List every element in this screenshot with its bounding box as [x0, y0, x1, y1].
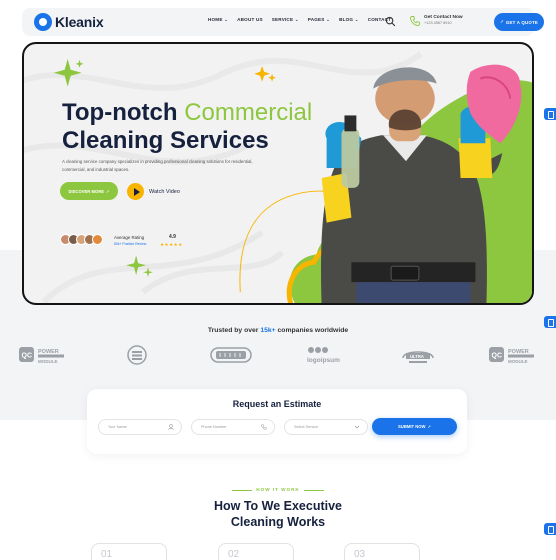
watch-video-link[interactable]: Watch Video [149, 189, 180, 195]
qc-power-module-logo: QC POWER MODULE [489, 347, 534, 364]
hero-banner: Top-notch Commercial Cleaning Services A… [22, 42, 534, 305]
contact-label: Get Contact Now [424, 15, 463, 20]
discover-more-label: DISCOVER MORE [68, 188, 105, 194]
get-a-quote-button[interactable]: ➚ GET A QUOTE [494, 13, 544, 31]
ultra-logo: ULTRA [402, 351, 434, 363]
chevron-down-icon: ⌄ [326, 17, 331, 22]
hero-illustration [24, 51, 532, 303]
contact-phone: +123 4567 8910 [424, 21, 452, 25]
chevron-down-icon: ⌄ [294, 17, 299, 22]
trusted-by-text: Trusted by over 15k+ companies worldwide [0, 327, 556, 334]
rating-review-count: 80k+ Positive Review [114, 242, 147, 246]
logo-icon [34, 13, 52, 31]
avatar [92, 234, 103, 245]
step-number: 02 [228, 549, 240, 560]
nav-item-blog[interactable]: BLOG ⌄ [339, 17, 359, 23]
keyboard-logo [210, 347, 252, 363]
side-tab-icon[interactable] [544, 108, 556, 120]
discover-more-button[interactable]: DISCOVER MORE ➚ [60, 182, 118, 200]
estimate-title: Request an Estimate [232, 399, 322, 409]
trusted-highlight: 15k+ [260, 327, 276, 334]
chevron-down-icon: ⌄ [354, 17, 359, 22]
how-it-works-tag: HOW IT WORK [256, 487, 300, 492]
search-icon[interactable] [385, 16, 396, 27]
step-number: 03 [354, 549, 366, 560]
step-number: 01 [101, 549, 113, 560]
laurel-logo [127, 345, 147, 365]
step-card: 01 [91, 543, 167, 560]
trusted-prefix: Trusted by over [207, 327, 259, 334]
hero-title-accent: Commercial [184, 99, 313, 126]
arrow-icon: ➚ [427, 424, 431, 429]
trusted-suffix: companies worldwide [277, 327, 349, 334]
logo[interactable]: Kleanix [34, 13, 104, 31]
nav-item-home[interactable]: HOME ⌄ [208, 17, 228, 23]
step-card: 03 [344, 543, 420, 560]
chevron-down-icon: ⌄ [224, 17, 229, 22]
submit-now-button[interactable]: SUBMIT NOW ➚ [372, 418, 457, 435]
svg-text:POWER: POWER [508, 349, 529, 355]
phone-icon [410, 16, 420, 26]
hero-title-plain: Top-notch [62, 99, 178, 126]
svg-text:ULTRA: ULTRA [410, 354, 424, 359]
arrow-icon: ➚ [106, 188, 110, 194]
svg-text:logoipsum: logoipsum [307, 357, 340, 364]
header-contact[interactable]: Get Contact Now +123 4567 8910 [424, 15, 463, 25]
svg-text:QC: QC [492, 353, 503, 360]
estimate-form: Request an Estimate Your Name Phone Numb… [87, 389, 467, 454]
phone-placeholder: Phone Number [201, 425, 227, 429]
nav-label: HOME [208, 17, 223, 22]
service-select[interactable]: Select Service [284, 419, 368, 435]
chevron-down-icon [354, 425, 360, 429]
user-icon [168, 424, 174, 430]
nav-item-pages[interactable]: PAGES ⌄ [308, 17, 330, 23]
page: Kleanix HOME ⌄ ABOUT US SERVICE ⌄ PAGES … [0, 0, 556, 560]
svg-text:MODULE: MODULE [508, 359, 528, 364]
how-it-works-title-line1: How To We Executive [213, 499, 343, 513]
arrow-icon: ➚ [499, 19, 504, 24]
rating-value: 4.9 [169, 234, 176, 240]
logo-text: Kleanix [55, 14, 104, 30]
svg-text:POWER: POWER [38, 349, 59, 355]
qc-power-module-logo: QC POWER MODULE [19, 347, 64, 364]
hero-description: A cleaning service company specializes i… [62, 159, 253, 172]
site-header: Kleanix HOME ⌄ ABOUT US SERVICE ⌄ PAGES … [22, 8, 544, 36]
name-input[interactable]: Your Name [98, 419, 182, 435]
hero-title: Top-notch Commercial Cleaning Services [62, 99, 312, 155]
star-icon: ★ [178, 242, 183, 247]
review-avatars [60, 234, 103, 245]
name-placeholder: Your Name [108, 425, 127, 429]
rating-label: Average Rating [114, 235, 145, 240]
star-rating: ★★★★★ [160, 242, 183, 248]
how-it-works-title-line2: Cleaning Works [230, 515, 326, 529]
nav-item-about[interactable]: ABOUT US [237, 17, 263, 23]
hero-title-line2: Cleaning Services [62, 127, 269, 154]
brand-logos: QC POWER MODULE logoipsum ULTRA QC POWER… [0, 344, 556, 366]
logoipsum-logo: logoipsum [307, 347, 340, 364]
nav-label: PAGES [307, 17, 325, 22]
nav-item-service[interactable]: SERVICE ⌄ [272, 17, 299, 23]
nav-label: SERVICE [271, 17, 294, 22]
svg-text:QC: QC [22, 353, 33, 360]
play-icon[interactable] [127, 183, 144, 200]
service-placeholder: Select Service [294, 425, 319, 429]
how-it-works-title: How To We Executive Cleaning Works [0, 498, 556, 530]
nav-label: BLOG [339, 17, 354, 22]
phone-icon [261, 424, 267, 430]
get-a-quote-label: GET A QUOTE [505, 19, 538, 25]
main-nav: HOME ⌄ ABOUT US SERVICE ⌄ PAGES ⌄ BLOG ⌄… [208, 17, 391, 23]
nav-label: ABOUT US [237, 17, 263, 22]
svg-text:MODULE: MODULE [38, 359, 58, 364]
step-card: 02 [218, 543, 294, 560]
phone-number-input[interactable]: Phone Number [191, 419, 275, 435]
submit-now-label: SUBMIT NOW [398, 424, 426, 429]
